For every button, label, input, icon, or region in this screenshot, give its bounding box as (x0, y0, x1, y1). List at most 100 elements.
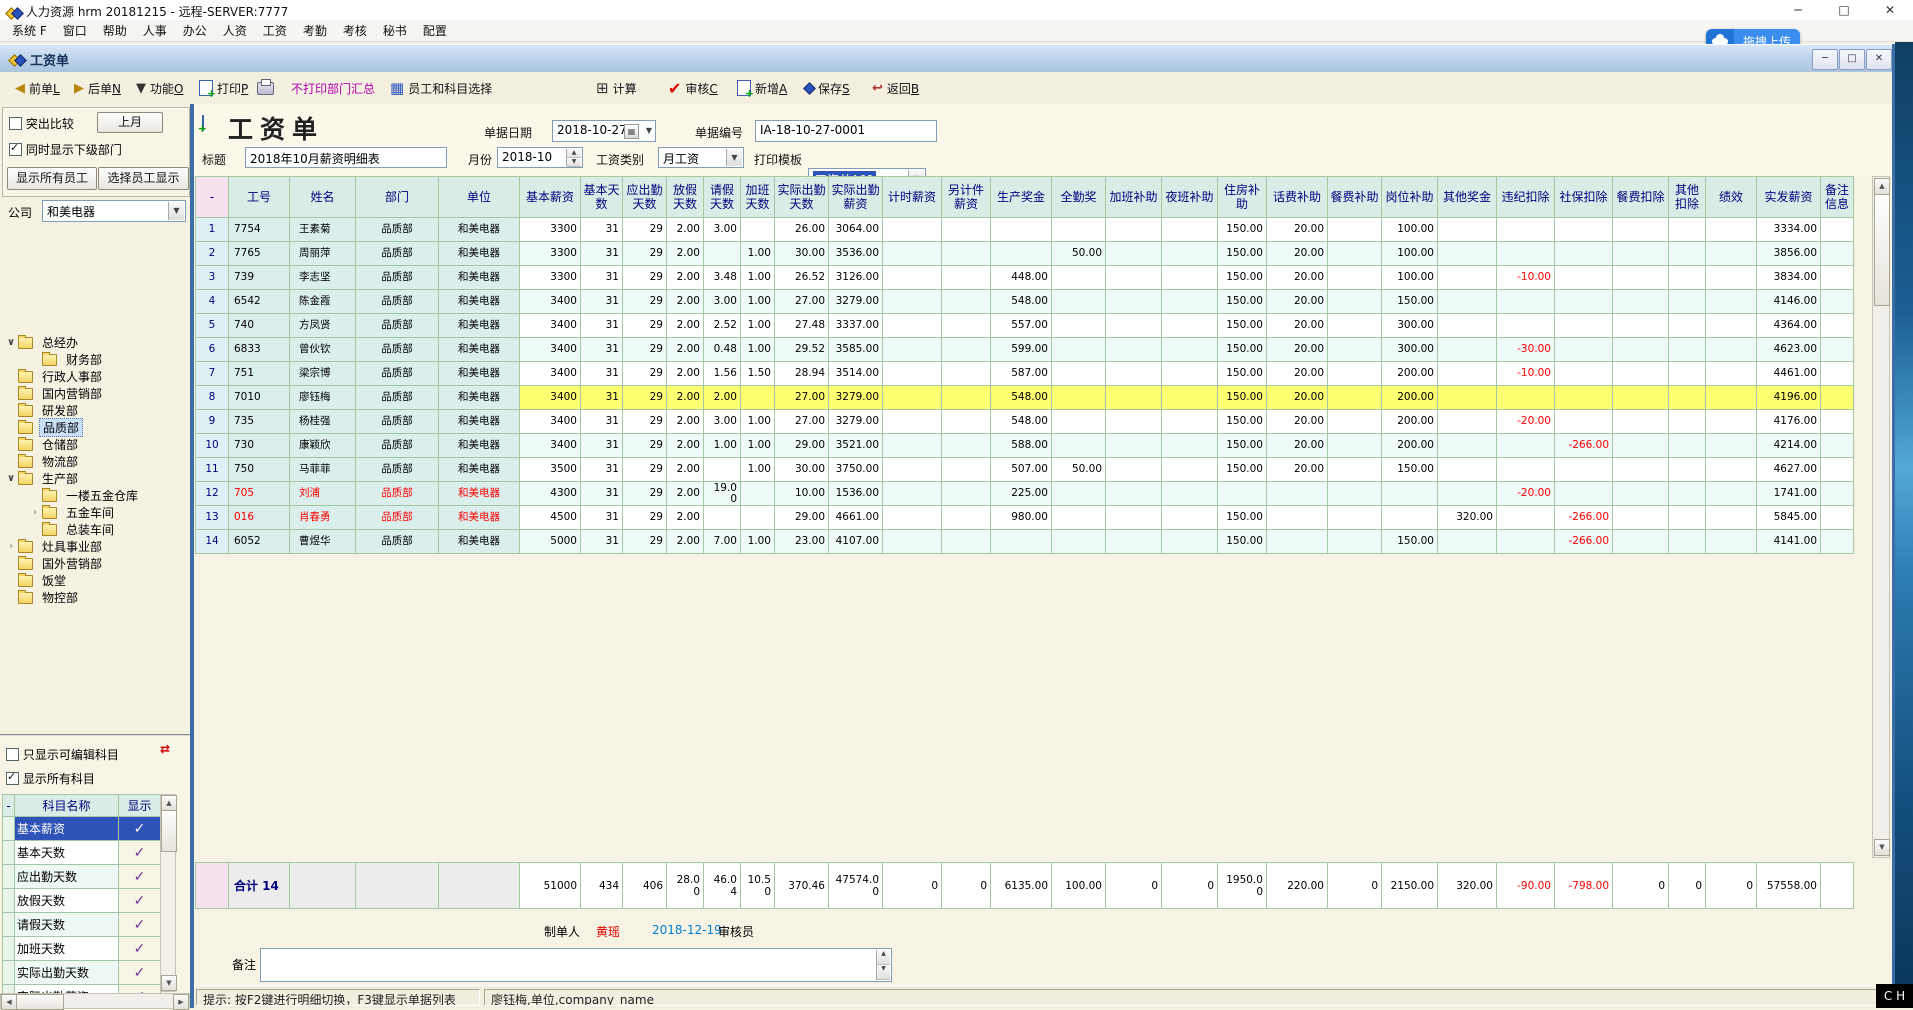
grid-cell[interactable] (1267, 530, 1328, 554)
grid-cell[interactable] (704, 506, 741, 530)
grid-cell[interactable]: 200.00 (1382, 362, 1438, 386)
grid-cell[interactable]: 29 (623, 338, 667, 362)
grid-cell[interactable]: 150.00 (1218, 290, 1267, 314)
grid-cell[interactable] (942, 386, 991, 410)
grid-cell[interactable] (1328, 218, 1382, 242)
grid-cell[interactable]: 50.00 (1052, 242, 1106, 266)
grid-cell[interactable]: 周丽萍 (290, 242, 356, 266)
grid-cell[interactable]: 200.00 (1382, 434, 1438, 458)
grid-cell[interactable]: 4176.00 (1757, 410, 1821, 434)
grid-cell[interactable] (1555, 242, 1613, 266)
grid-cell[interactable] (1555, 290, 1613, 314)
menu-item[interactable]: 配置 (415, 20, 455, 41)
grid-cell[interactable]: 3521.00 (829, 434, 883, 458)
grid-cell[interactable] (1328, 386, 1382, 410)
grid-cell[interactable] (1438, 482, 1497, 506)
grid-cell[interactable] (1438, 338, 1497, 362)
grid-cell[interactable] (1613, 242, 1669, 266)
subject-row[interactable]: 加班天数✓ (3, 937, 161, 961)
note-textarea[interactable]: ▲▼ (260, 948, 892, 982)
grid-cell[interactable] (1106, 530, 1162, 554)
grid-cell[interactable]: 品质部 (356, 410, 439, 434)
calculate-button[interactable]: ⊞ 计算 (596, 78, 637, 98)
grid-cell[interactable] (1438, 410, 1497, 434)
grid-cell[interactable]: 23.00 (775, 530, 829, 554)
grid-cell[interactable] (942, 314, 991, 338)
grid-cell[interactable]: 3585.00 (829, 338, 883, 362)
grid-cell[interactable]: 150.00 (1218, 362, 1267, 386)
grid-cell[interactable] (1669, 458, 1706, 482)
grid-cell[interactable] (1555, 218, 1613, 242)
grid-cell[interactable]: 30.00 (775, 242, 829, 266)
grid-cell[interactable]: 5000 (520, 530, 581, 554)
window-close-button[interactable]: ✕ (1867, 0, 1913, 20)
grid-cell[interactable]: 548.00 (991, 410, 1052, 434)
grid-cell[interactable]: 100.00 (1382, 242, 1438, 266)
grid-cell[interactable]: -20.00 (1497, 482, 1555, 506)
grid-cell[interactable]: 150.00 (1218, 530, 1267, 554)
grid-cell[interactable]: 品质部 (356, 458, 439, 482)
grid-cell[interactable]: 品质部 (356, 434, 439, 458)
tree-item-品质部[interactable]: 品质部 (0, 419, 190, 436)
grid-cell[interactable] (1555, 362, 1613, 386)
grid-cell[interactable] (1821, 362, 1854, 386)
grid-cell[interactable] (1613, 434, 1669, 458)
grid-cell[interactable] (1162, 482, 1218, 506)
grid-cell[interactable]: 3126.00 (829, 266, 883, 290)
grid-cell[interactable]: 31 (581, 410, 623, 434)
grid-cell[interactable]: 2.00 (667, 314, 704, 338)
menu-item[interactable]: 人事 (135, 20, 175, 41)
grid-cell[interactable]: 和美电器 (439, 434, 520, 458)
grid-cell[interactable]: 29 (623, 266, 667, 290)
scroll-thumb[interactable] (1874, 194, 1890, 306)
grid-cell[interactable]: -266.00 (1555, 530, 1613, 554)
grid-cell[interactable]: 3279.00 (829, 386, 883, 410)
grid-cell[interactable]: 2.00 (667, 410, 704, 434)
grid-cell[interactable]: 曹煜华 (290, 530, 356, 554)
grid-cell[interactable] (1497, 290, 1555, 314)
chevron-collapsed-icon[interactable]: › (28, 507, 42, 518)
grid-cell[interactable] (942, 458, 991, 482)
grid-cell[interactable] (883, 530, 942, 554)
grid-cell[interactable]: 和美电器 (439, 266, 520, 290)
grid-cell[interactable] (883, 458, 942, 482)
grid-cell[interactable] (1821, 482, 1854, 506)
calendar-icon[interactable]: ▦ (624, 124, 639, 139)
grid-cell[interactable] (1328, 506, 1382, 530)
grid-cell[interactable]: 和美电器 (439, 410, 520, 434)
window-minimize-button[interactable]: ─ (1775, 0, 1821, 20)
grid-cell[interactable] (1328, 434, 1382, 458)
grid-cell[interactable] (1706, 218, 1757, 242)
last-month-button[interactable]: 上月 (97, 112, 163, 133)
grid-cell[interactable]: 3300 (520, 266, 581, 290)
grid-cell[interactable]: 150.00 (1382, 458, 1438, 482)
subject-show-checkmark[interactable]: ✓ (119, 889, 161, 913)
grid-cell[interactable] (1669, 242, 1706, 266)
grid-cell[interactable]: 品质部 (356, 218, 439, 242)
grid-cell[interactable]: 548.00 (991, 386, 1052, 410)
grid-cell[interactable]: 7754 (229, 218, 290, 242)
grid-cell[interactable]: 7.00 (704, 530, 741, 554)
grid-cell[interactable]: 3400 (520, 362, 581, 386)
grid-cell[interactable]: 和美电器 (439, 338, 520, 362)
grid-cell[interactable] (1613, 458, 1669, 482)
grid-cell[interactable]: 7010 (229, 386, 290, 410)
spinner-buttons[interactable]: ▲▼ (566, 149, 581, 166)
grid-cell[interactable]: 2.52 (704, 314, 741, 338)
grid-cell[interactable]: 29 (623, 290, 667, 314)
menu-item[interactable]: 窗口 (55, 20, 95, 41)
chevron-down-icon[interactable]: ▼ (646, 126, 652, 135)
grid-cell[interactable]: 陈金霞 (290, 290, 356, 314)
grid-cell[interactable] (1821, 530, 1854, 554)
grid-cell[interactable]: 27.00 (775, 290, 829, 314)
grid-cell[interactable] (1267, 482, 1328, 506)
grid-cell[interactable]: 29 (623, 506, 667, 530)
grid-cell[interactable] (1162, 338, 1218, 362)
menu-item[interactable]: 帮助 (95, 20, 135, 41)
grid-cell[interactable]: 27.00 (775, 410, 829, 434)
subject-show-checkmark[interactable]: ✓ (119, 961, 161, 985)
grid-cell[interactable]: 150.00 (1218, 506, 1267, 530)
grid-cell[interactable]: 李志坚 (290, 266, 356, 290)
grid-cell[interactable]: 4627.00 (1757, 458, 1821, 482)
grid-cell[interactable] (883, 434, 942, 458)
